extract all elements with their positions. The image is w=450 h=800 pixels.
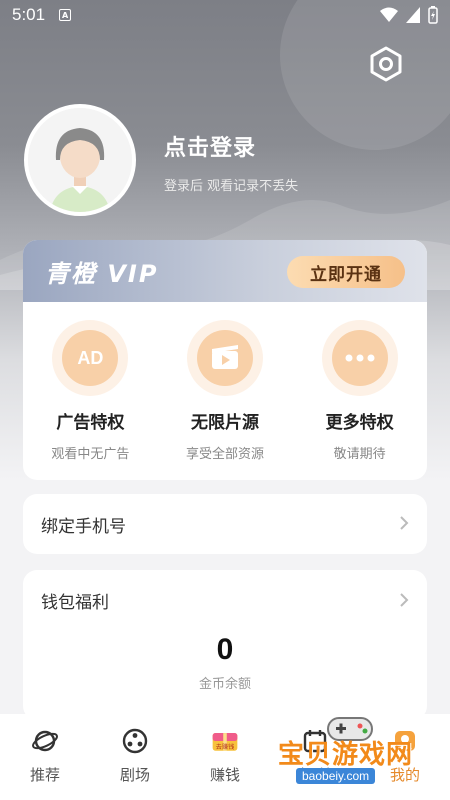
video-clapper-icon	[186, 320, 263, 396]
hexagon-settings-icon	[370, 46, 402, 82]
site-watermark: 宝贝游戏网 baobeiy.com	[270, 708, 440, 796]
coin-balance-label: 金币余额	[198, 677, 251, 692]
chevron-right-icon	[399, 512, 409, 536]
vip-open-button[interactable]: 立即开通	[287, 256, 405, 288]
feature-name: 无限片源	[190, 413, 259, 433]
feature-desc: 敬请期待	[333, 447, 386, 462]
wifi-icon	[380, 7, 398, 22]
feature-name: 更多特权	[325, 413, 394, 433]
battery-icon	[428, 6, 438, 24]
wallet-label: 钱包福利	[41, 593, 109, 613]
login-title[interactable]: 点击登录	[164, 130, 256, 162]
ad-badge-text: AD	[77, 347, 104, 368]
tab-label: 剧场	[119, 766, 150, 784]
status-time: 5:01	[12, 5, 46, 24]
tab-theater[interactable]: 剧场	[100, 726, 170, 800]
ad-icon: AD	[52, 320, 129, 396]
wallet-card[interactable]: 钱包福利 0 金币余额	[23, 570, 427, 720]
vip-title: 青橙 VIP	[45, 259, 159, 288]
feature-desc: 观看中无广告	[51, 447, 130, 462]
vip-features: AD 广告特权 观看中无广告 无限片源 享受全部资源 更多特权 敬请期待	[23, 302, 427, 462]
settings-button[interactable]	[366, 44, 406, 84]
film-reel-icon	[120, 726, 150, 756]
more-dots-icon	[321, 320, 398, 396]
tab-earn[interactable]: 去赚钱 赚钱	[190, 726, 260, 800]
feature-unlimited-sources[interactable]: 无限片源 享受全部资源	[160, 320, 290, 462]
tab-recommend[interactable]: 推荐	[10, 726, 80, 800]
vip-header: 青橙 VIP 立即开通	[23, 240, 427, 302]
avatar[interactable]	[24, 104, 136, 216]
feature-name: 广告特权	[56, 413, 125, 433]
gift-icon: 去赚钱	[210, 726, 240, 756]
notification-a-icon: A	[59, 9, 72, 21]
login-subtitle: 登录后 观看记录不丢失	[164, 179, 299, 194]
signal-icon	[406, 7, 420, 23]
watermark-url: baobeiy.com	[296, 768, 376, 784]
coin-balance-value: 0	[216, 633, 234, 666]
feature-more-privileges[interactable]: 更多特权 敬请期待	[295, 320, 425, 462]
gift-badge-text: 去赚钱	[216, 743, 234, 751]
watermark-text: 宝贝游戏网	[278, 740, 414, 770]
tab-label: 推荐	[29, 766, 60, 784]
status-right-icons	[380, 6, 438, 24]
status-bar: 5:01 A	[0, 0, 450, 30]
wallet-header: 钱包福利	[23, 570, 427, 613]
default-avatar-icon	[28, 108, 132, 212]
chevron-right-icon	[399, 589, 409, 613]
feature-desc: 享受全部资源	[185, 447, 264, 462]
feature-ad-privilege[interactable]: AD 广告特权 观看中无广告	[25, 320, 155, 462]
bind-phone-label: 绑定手机号	[41, 516, 126, 537]
bind-phone-row[interactable]: 绑定手机号	[23, 494, 427, 554]
vip-card: 青橙 VIP 立即开通 AD 广告特权 观看中无广告 无限片源 享受全部资源 更…	[23, 240, 427, 480]
planet-icon	[30, 726, 60, 756]
tab-label: 赚钱	[209, 766, 240, 784]
